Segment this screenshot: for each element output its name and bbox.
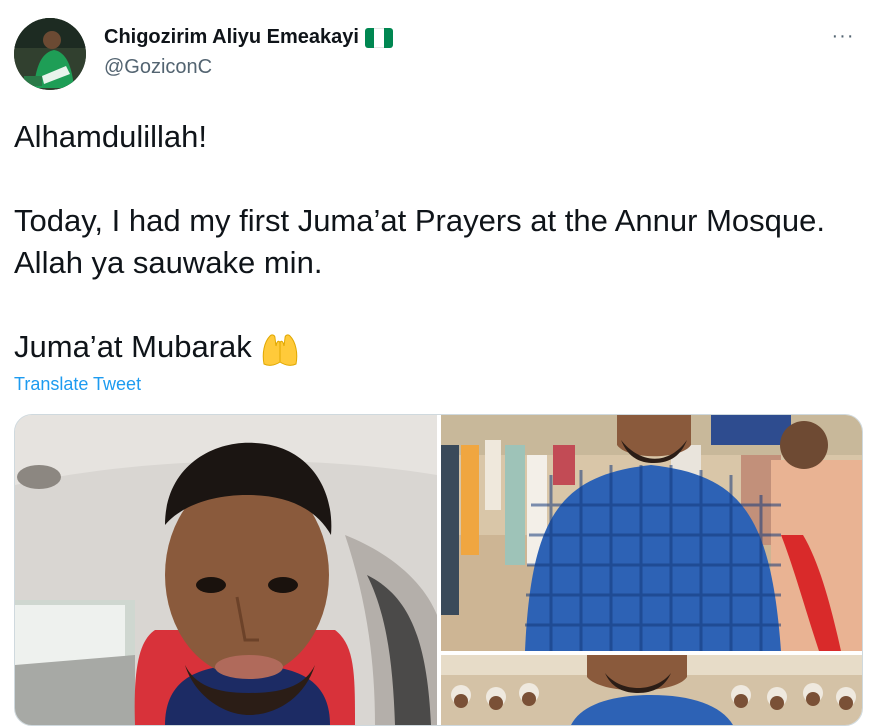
translate-tweet-link[interactable]: Translate Tweet [14,374,141,395]
tweet-text: Alhamdulillah! Today, I had my first Jum… [14,116,844,368]
author-handle[interactable]: @GoziconC [104,56,212,79]
more-options-button[interactable]: ··· [827,22,859,50]
avatar-image [14,18,86,90]
author-name-row[interactable]: Chigozirim Aliyu Emeakayi [104,26,393,49]
more-horizontal-icon: ··· [831,24,855,47]
crowd-at-mosque-photo [441,655,862,725]
tweet-line-1: Alhamdulillah! [14,119,207,154]
nigeria-flag-icon [364,27,393,48]
author-name[interactable]: Chigozirim Aliyu Emeakayi [104,26,359,49]
tweet-line-3-wrap: Juma’at Mubarak [14,326,844,368]
tweet-line-3: Juma’at Mubarak [14,329,252,364]
selfie-in-car-photo [15,415,437,725]
avatar[interactable] [14,18,86,90]
man-in-blue-shirt-outdoors-photo [441,415,862,651]
media-photo-3[interactable] [441,655,862,725]
media-grid [14,414,863,726]
media-photo-2[interactable] [441,415,862,651]
tweet-line-2: Today, I had my first Juma’at Prayers at… [14,203,825,280]
media-photo-1[interactable] [15,415,437,725]
raising-hands-icon [260,332,300,366]
